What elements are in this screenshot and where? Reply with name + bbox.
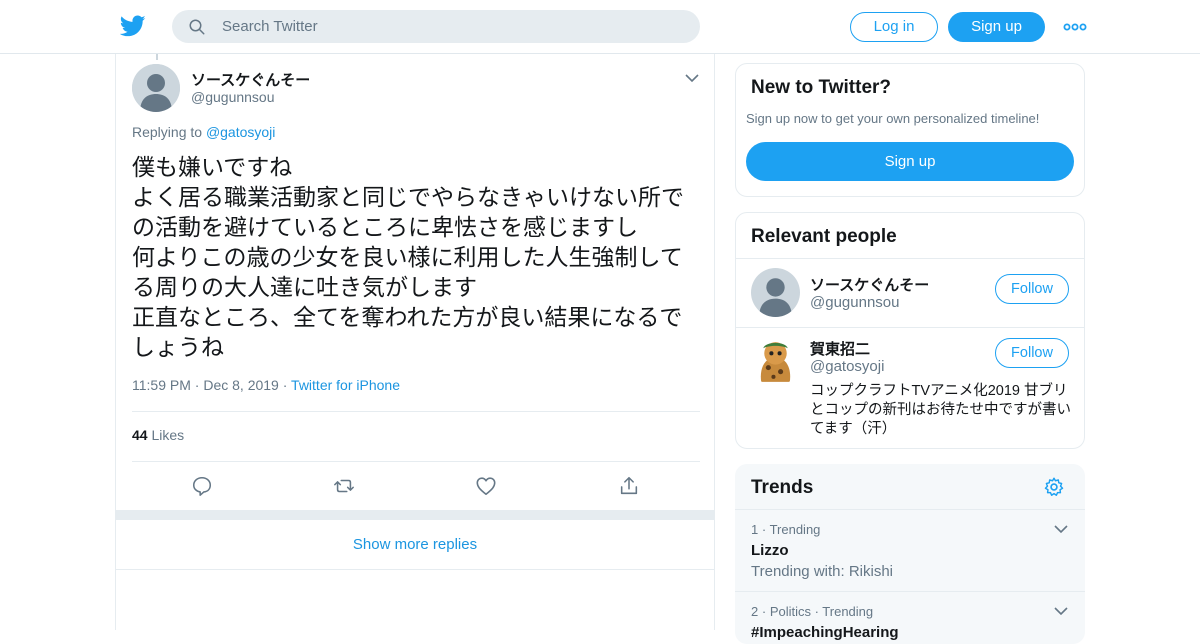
divider bbox=[736, 258, 1084, 259]
meta-separator: · bbox=[761, 522, 770, 537]
tweet-date[interactable]: Dec 8, 2019 bbox=[203, 377, 279, 393]
search-icon bbox=[189, 19, 205, 35]
show-more-replies-button[interactable]: Show more replies bbox=[116, 520, 714, 570]
new-to-twitter-card: New to Twitter? Sign up now to get your … bbox=[735, 63, 1085, 197]
twitter-bird-logo[interactable] bbox=[120, 13, 146, 39]
relevant-people-card: Relevant people ソースケぐんそー @gugunnsou Foll… bbox=[735, 212, 1085, 449]
chevron-down-icon[interactable] bbox=[684, 72, 700, 84]
sidebar-sign-up-button[interactable]: Sign up bbox=[746, 142, 1074, 181]
replying-to-link[interactable]: @gatosyoji bbox=[206, 124, 275, 140]
thread-connector-line bbox=[156, 54, 158, 60]
divider bbox=[132, 411, 700, 412]
tweet-time[interactable]: 11:59 PM bbox=[132, 377, 191, 393]
trend-name[interactable]: Lizzo bbox=[751, 542, 789, 559]
author-avatar[interactable] bbox=[132, 64, 180, 112]
likes-label: Likes bbox=[151, 427, 185, 443]
tweet-column: ソースケぐんそー @gugunnsou Replying to @gatosyo… bbox=[115, 54, 715, 630]
chevron-down-icon[interactable] bbox=[1053, 605, 1069, 617]
more-options-icon[interactable] bbox=[1063, 20, 1087, 34]
log-in-button[interactable]: Log in bbox=[850, 12, 938, 42]
follow-button[interactable]: Follow bbox=[995, 274, 1069, 304]
tweet-source-link[interactable]: Twitter for iPhone bbox=[291, 377, 400, 393]
tweet-metadata: 11:59 PM · Dec 8, 2019 · Twitter for iPh… bbox=[132, 377, 400, 393]
default-avatar-icon bbox=[132, 64, 180, 112]
tweet-text: 僕も嫌いですね よく居る職業活動家と同じでやらなきゃいけない所での活動を避けてい… bbox=[132, 154, 684, 360]
likes-stat[interactable]: 44 Likes bbox=[132, 427, 184, 443]
settings-gear-icon[interactable] bbox=[1043, 476, 1065, 498]
trend-context: Trending with: Rikishi bbox=[751, 563, 893, 580]
meta-separator: · bbox=[282, 377, 292, 393]
default-avatar-icon bbox=[751, 268, 800, 317]
person-name[interactable]: 賀東招二 bbox=[810, 338, 870, 359]
trends-card: Trends 1 · Trending Lizzo Trending with:… bbox=[735, 464, 1085, 644]
replying-to: Replying to @gatosyoji bbox=[132, 124, 275, 140]
person-handle[interactable]: @gatosyoji bbox=[810, 358, 884, 375]
divider bbox=[132, 461, 700, 462]
trend-item[interactable]: 2 · Politics · Trending #ImpeachingHeari… bbox=[735, 591, 1085, 644]
character-avatar-icon bbox=[751, 337, 800, 386]
trend-name[interactable]: #ImpeachingHearing bbox=[751, 624, 899, 641]
author-handle[interactable]: @gugunnsou bbox=[191, 89, 275, 105]
trend-item[interactable]: 1 · Trending Lizzo Trending with: Rikish… bbox=[735, 509, 1085, 591]
new-to-twitter-title: New to Twitter? bbox=[751, 77, 892, 98]
likes-count: 44 bbox=[132, 427, 148, 443]
chevron-down-icon[interactable] bbox=[1053, 523, 1069, 535]
retweet-icon[interactable] bbox=[333, 475, 355, 497]
person-name[interactable]: ソースケぐんそー bbox=[810, 274, 929, 295]
replying-to-label: Replying to bbox=[132, 124, 206, 140]
reply-icon[interactable] bbox=[191, 475, 213, 497]
person-bio: コップクラフトTVアニメ化2019 甘ブリとコップの新刊はお待たせ中ですが書いて… bbox=[810, 383, 1071, 437]
sign-up-button[interactable]: Sign up bbox=[948, 12, 1045, 42]
like-heart-icon[interactable] bbox=[475, 475, 497, 497]
follow-button[interactable]: Follow bbox=[995, 338, 1069, 368]
person-avatar[interactable] bbox=[751, 268, 800, 317]
relevant-people-title: Relevant people bbox=[751, 226, 897, 247]
trend-meta: 2 · Politics · Trending bbox=[751, 604, 873, 619]
meta-separator: · bbox=[761, 604, 770, 619]
share-icon[interactable] bbox=[618, 475, 640, 497]
search-box[interactable] bbox=[172, 10, 700, 43]
trend-category: Trending bbox=[769, 522, 821, 537]
top-navigation-bar: Log in Sign up bbox=[0, 0, 1200, 54]
author-name[interactable]: ソースケぐんそー bbox=[191, 69, 310, 90]
person-avatar[interactable] bbox=[751, 337, 800, 386]
person-handle[interactable]: @gugunnsou bbox=[810, 294, 899, 311]
trend-rank: 1 bbox=[751, 522, 759, 537]
trend-rank: 2 bbox=[751, 604, 759, 619]
trend-meta: 1 · Trending bbox=[751, 522, 820, 537]
section-separator bbox=[116, 510, 714, 520]
divider bbox=[736, 327, 1084, 328]
trend-category: Politics · Trending bbox=[769, 604, 874, 619]
trends-title: Trends bbox=[751, 477, 814, 498]
new-to-twitter-subtitle: Sign up now to get your own personalized… bbox=[746, 111, 1040, 126]
search-input[interactable] bbox=[222, 10, 682, 43]
